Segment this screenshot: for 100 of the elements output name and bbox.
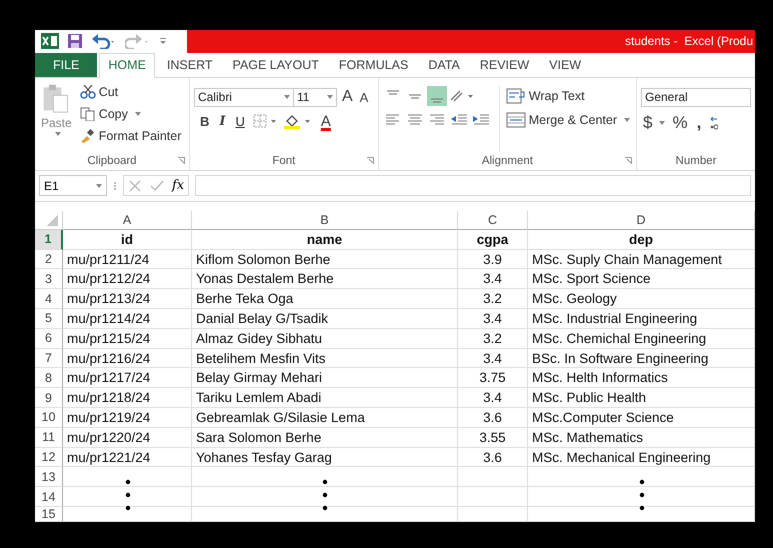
table-cell: Kiflom Solomon Berhe [192, 250, 458, 270]
italic-button[interactable]: I [217, 114, 228, 129]
table-cell: mu/pr1219/24 [63, 408, 192, 428]
name-box[interactable]: E1 [39, 175, 107, 196]
insert-function-button[interactable]: fx [172, 178, 184, 194]
paste-button[interactable]: Paste [39, 82, 74, 144]
scissors-icon [80, 85, 96, 100]
table-cell: MSc. Geology [528, 289, 755, 310]
table-cell: Gebreamlak G/Silasie Lema [192, 408, 458, 428]
row-header[interactable]: 12 [35, 448, 63, 468]
row-header[interactable]: 3 [35, 269, 63, 290]
table-cell: MSc. Chemichal Engineering [528, 328, 755, 349]
orientation-icon[interactable] [448, 88, 475, 104]
merge-cells-icon [506, 112, 526, 128]
row-header[interactable]: 9 [35, 388, 63, 408]
table-cell: 3.75 [458, 368, 528, 388]
underline-button[interactable]: U [233, 114, 247, 129]
ribbon-tab[interactable]: HOME [99, 52, 155, 78]
dialog-launcher-icon[interactable] [366, 157, 374, 164]
table-cell: MSc. Industrial Engineering [528, 309, 755, 329]
caret-icon [284, 95, 290, 100]
copy-button[interactable]: Copy [78, 104, 184, 125]
comma-style-button[interactable]: , [694, 112, 704, 133]
redo-icon[interactable] [125, 33, 151, 50]
row-header[interactable]: 15 [35, 507, 63, 522]
table-cell: Sara Solomon Berhe [192, 428, 458, 448]
row-header[interactable]: 5 [35, 309, 63, 329]
column-header[interactable]: B [192, 210, 458, 230]
vertical-align-icon[interactable] [426, 86, 447, 106]
table-cell: 3.4 [458, 348, 528, 368]
table-cell: MSc. Sport Science [528, 269, 755, 290]
bold-button[interactable]: B [198, 114, 212, 129]
column-header[interactable]: D [528, 210, 755, 230]
row-header[interactable]: 1 [35, 230, 63, 250]
row-header[interactable]: 6 [35, 328, 63, 349]
table-cell: mu/pr1216/24 [63, 348, 192, 368]
merge-center-button[interactable]: Merge & Center [504, 110, 632, 131]
dialog-launcher-icon[interactable] [625, 157, 632, 164]
table-cell: mu/pr1221/24 [63, 448, 192, 468]
grow-font-button[interactable]: A [340, 88, 355, 106]
format-painter-button[interactable]: Format Painter [78, 126, 184, 147]
table-cell: MSc.Computer Science [528, 408, 755, 428]
row-header[interactable]: 10 [35, 408, 63, 428]
group-label: Number [676, 155, 716, 168]
column-header[interactable]: C [458, 210, 528, 230]
font-size-field[interactable]: 11 [292, 88, 337, 107]
save-icon[interactable] [67, 33, 83, 50]
fill-color-icon[interactable] [282, 113, 313, 130]
dialog-launcher-icon[interactable] [178, 157, 185, 164]
caret-icon [624, 118, 630, 122]
undo-icon[interactable] [91, 33, 117, 50]
row-header[interactable]: 13 [35, 467, 63, 488]
check-icon[interactable] [150, 178, 164, 193]
file-tab[interactable]: FILE [35, 52, 98, 77]
row-header[interactable]: 11 [35, 428, 63, 448]
row-header[interactable]: 14 [35, 487, 63, 508]
caret-icon[interactable] [659, 120, 666, 125]
increase-decimal-icon[interactable] [708, 114, 718, 131]
font-name-field[interactable]: Calibri [194, 88, 294, 107]
shrink-font-button[interactable]: A [358, 90, 370, 105]
table-cell: mu/pr1215/24 [63, 328, 192, 349]
row-header[interactable]: 2 [35, 250, 63, 270]
table-cell: 3.2 [458, 289, 528, 310]
column-heading: dep [528, 230, 755, 250]
formula-input-field[interactable] [195, 175, 751, 196]
vertical-ellipsis-icon [322, 478, 328, 511]
row-header[interactable]: 4 [35, 289, 63, 310]
table-cell: Tariku Lemlem Abadi [192, 388, 458, 408]
table-cell: MSc. Public Health [528, 388, 755, 408]
cut-button[interactable]: Cut [78, 82, 184, 103]
percent-button[interactable]: % [670, 112, 690, 133]
wrap-text-icon [506, 88, 526, 104]
grip-icon [113, 180, 117, 192]
table-cell: Yonas Destalem Berhe [192, 269, 458, 290]
row-header[interactable]: 8 [35, 368, 63, 388]
borders-icon[interactable] [252, 114, 277, 128]
currency-button[interactable]: $ [641, 112, 654, 133]
row-header[interactable]: 7 [35, 348, 63, 368]
table-cell: 3.55 [458, 428, 528, 448]
font-color-button[interactable]: A [318, 112, 333, 130]
table-cell: MSc. Mathematics [528, 428, 755, 448]
caret-icon [96, 184, 102, 188]
group-label: Clipboard [87, 155, 137, 168]
table-cell: 3.2 [458, 328, 528, 349]
table-cell: BSc. In Software Engineering [528, 348, 755, 368]
table-cell: 3.6 [458, 408, 528, 428]
number-format-field[interactable]: General [641, 88, 751, 107]
caret-icon [326, 95, 333, 100]
table-cell: 3.9 [458, 250, 528, 270]
caret-icon [134, 112, 141, 116]
column-header[interactable]: A [63, 210, 192, 230]
table-cell: mu/pr1220/24 [63, 428, 192, 448]
window-title: students - Excel (Produ [624, 34, 753, 48]
group-label: Alignment [482, 155, 533, 168]
customize-caret-icon[interactable] [159, 36, 167, 46]
wrap-text-button[interactable]: Wrap Text [504, 86, 632, 107]
table-cell: MSc. Helth Informatics [528, 368, 755, 388]
cancel-icon[interactable] [128, 178, 142, 193]
caret-icon [55, 132, 62, 136]
copy-icon [80, 107, 96, 122]
